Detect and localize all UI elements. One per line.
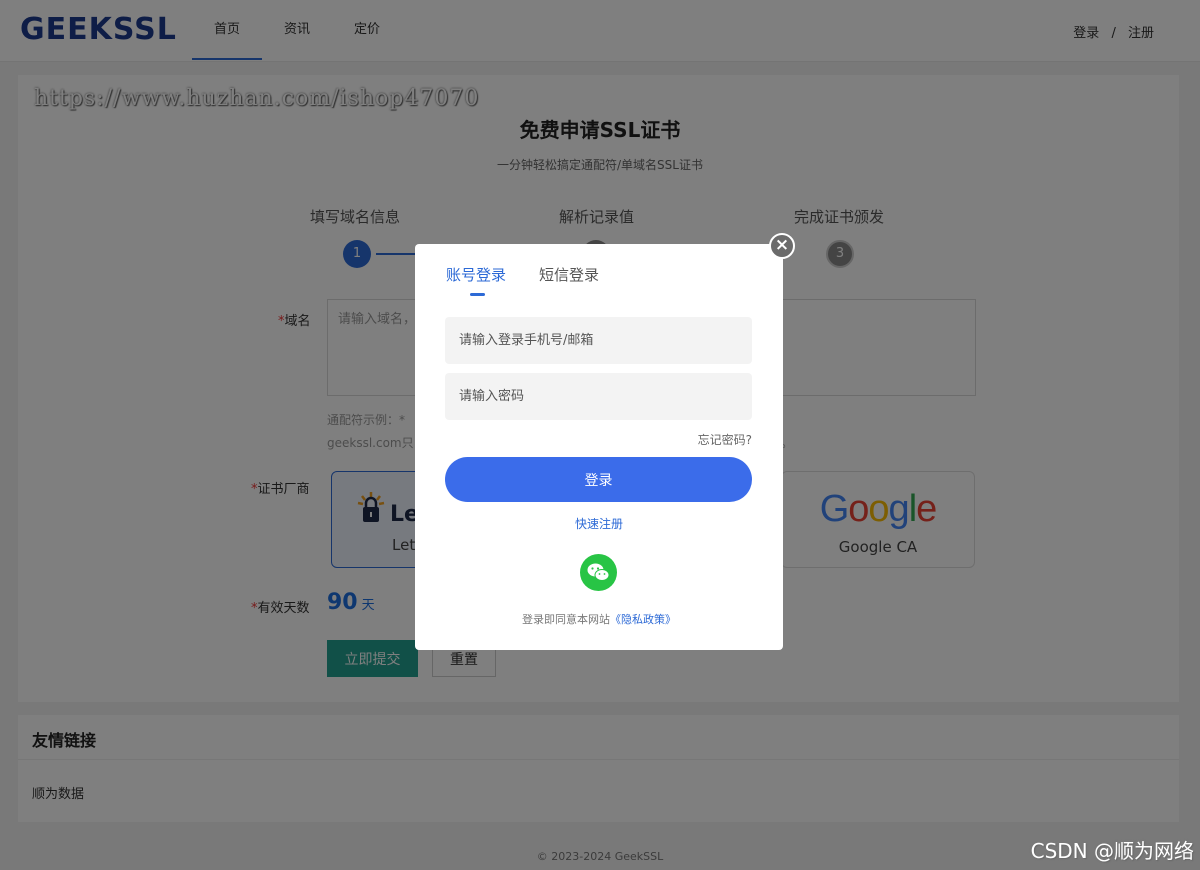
account-input[interactable] [445, 317, 752, 364]
login-button[interactable]: 登录 [445, 457, 752, 502]
login-modal: 账号登录 短信登录 忘记密码? 登录 快速注册 登录即同意本网站《隐私政策》 [415, 244, 783, 650]
tab-indicator [470, 293, 485, 296]
privacy-policy-link[interactable]: 《隐私政策》 [610, 613, 676, 626]
agreement-text: 登录即同意本网站《隐私政策》 [522, 613, 676, 626]
close-icon[interactable]: × [769, 233, 795, 259]
wechat-login-icon[interactable] [580, 554, 617, 591]
tab-sms-login[interactable]: 短信登录 [539, 264, 599, 285]
tab-account-login[interactable]: 账号登录 [446, 264, 506, 285]
forgot-password-link[interactable]: 忘记密码? [698, 431, 752, 448]
quick-register-link[interactable]: 快速注册 [415, 515, 783, 532]
csdn-watermark: CSDN @顺为网络 [1030, 839, 1194, 863]
password-input[interactable] [445, 373, 752, 420]
